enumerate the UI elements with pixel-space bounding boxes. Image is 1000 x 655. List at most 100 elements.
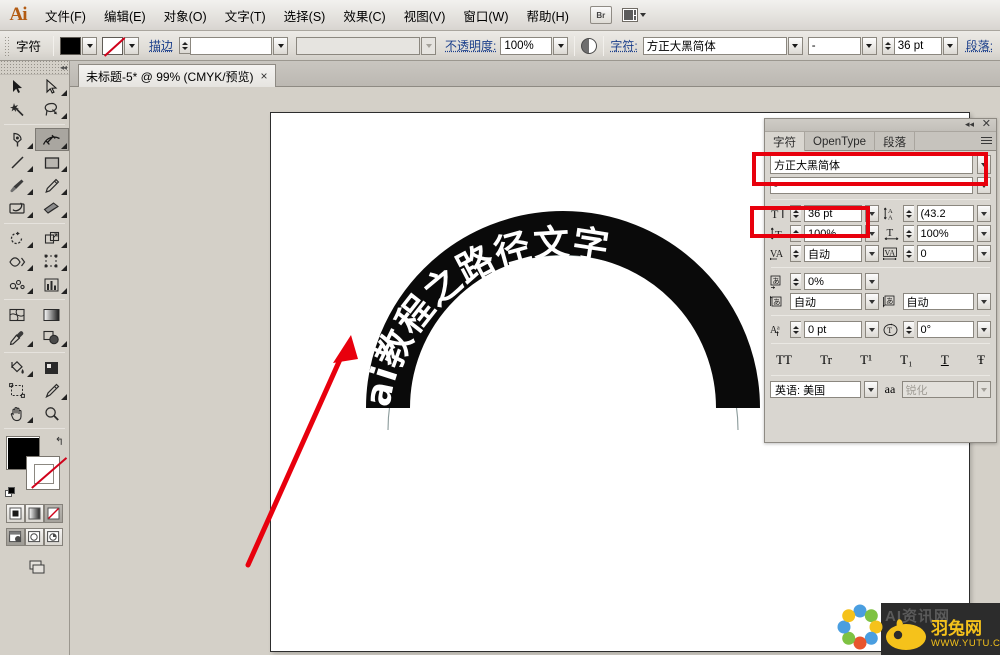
pencil-tool[interactable] — [35, 174, 70, 197]
color-mode-button[interactable] — [6, 504, 25, 523]
tracking-dropdown-button[interactable] — [977, 245, 991, 262]
font-style-control[interactable]: - — [807, 36, 877, 55]
scale-tool[interactable] — [35, 227, 70, 250]
character-label[interactable]: 字符: — [610, 37, 637, 54]
all-caps-button[interactable]: TT — [776, 352, 792, 368]
opacity-label[interactable]: 不透明度: — [445, 37, 496, 54]
stroke-weight-dropdown-button[interactable] — [273, 36, 289, 55]
font-size-stepper[interactable] — [881, 36, 894, 55]
selection-tool[interactable] — [0, 75, 35, 98]
artboard-tool[interactable] — [0, 379, 35, 402]
menu-file[interactable]: 文件(F) — [36, 3, 95, 28]
close-icon[interactable]: ✕ — [982, 118, 991, 131]
eraser-tool[interactable] — [35, 197, 70, 220]
rotate-tool[interactable] — [0, 227, 35, 250]
leading-dropdown-button[interactable] — [977, 205, 991, 222]
leading-stepper[interactable] — [902, 205, 914, 222]
menu-object[interactable]: 对象(O) — [155, 3, 216, 28]
font-family-dropdown-button[interactable] — [787, 36, 803, 55]
kerning-input[interactable]: 自动 — [804, 245, 862, 262]
menu-edit[interactable]: 编辑(E) — [95, 3, 155, 28]
menu-type[interactable]: 文字(T) — [216, 3, 275, 28]
font-family-control[interactable]: 方正大黑简体 — [642, 36, 803, 55]
opacity-dropdown-button[interactable] — [553, 36, 569, 55]
aki-percent-stepper[interactable] — [790, 273, 801, 290]
horizontal-scale-input[interactable]: 100% — [916, 225, 974, 242]
normal-screen-mode-button[interactable] — [6, 528, 25, 546]
tab-character[interactable]: 字符 — [765, 132, 805, 151]
small-caps-button[interactable]: Tr — [820, 352, 832, 368]
menu-view[interactable]: 视图(V) — [395, 3, 455, 28]
character-rotation-stepper[interactable] — [902, 321, 914, 338]
strikethrough-button[interactable]: Ŧ — [977, 352, 985, 368]
blend-tool[interactable] — [35, 326, 70, 349]
menu-help[interactable]: 帮助(H) — [518, 3, 578, 28]
document-tab[interactable]: 未标题-5* @ 99% (CMYK/预览) × — [78, 64, 276, 87]
symbol-sprayer-tool[interactable] — [0, 273, 35, 296]
fullscreen-mode-button[interactable] — [44, 528, 63, 546]
aki-percent-input[interactable]: 0% — [804, 273, 862, 290]
baseline-shift-stepper[interactable] — [790, 321, 801, 338]
gradient-tool[interactable] — [35, 303, 70, 326]
pen-tool[interactable] — [0, 128, 35, 151]
character-rotation-dropdown-button[interactable] — [977, 321, 991, 338]
superscript-button[interactable]: T¹ — [860, 352, 872, 368]
width-tool[interactable] — [0, 250, 35, 273]
menu-effect[interactable]: 效果(C) — [334, 3, 394, 28]
default-fill-stroke-icon[interactable] — [5, 487, 16, 498]
underline-button[interactable]: T — [941, 352, 949, 368]
collapse-icon[interactable]: ◂◂ — [965, 119, 974, 130]
line-segment-tool[interactable] — [0, 151, 35, 174]
opacity-control[interactable]: 100% — [500, 36, 569, 55]
panel-title-bar[interactable]: ◂◂ ✕ — [765, 118, 996, 132]
stroke-profile-input[interactable] — [296, 36, 421, 55]
stroke-weight-label[interactable]: 描边 — [149, 37, 173, 54]
type-on-path-tool[interactable] — [34, 128, 69, 151]
kerning-stepper[interactable] — [790, 245, 801, 262]
language-input[interactable]: 英语: 美国 — [770, 381, 861, 398]
free-transform-tool[interactable] — [35, 250, 70, 273]
horizontal-scale-dropdown-button[interactable] — [977, 225, 991, 242]
zoom-tool[interactable] — [35, 402, 70, 425]
font-family-input[interactable]: 方正大黑简体 — [642, 36, 787, 55]
font-size-input[interactable]: 36 pt — [893, 36, 942, 55]
baseline-shift-input[interactable]: 0 pt — [804, 321, 862, 338]
subscript-button[interactable]: T₁ — [900, 352, 912, 368]
eyedropper-tool[interactable] — [0, 326, 35, 349]
fill-swatch[interactable] — [60, 36, 82, 55]
language-dropdown-button[interactable] — [863, 381, 878, 398]
tracking-stepper[interactable] — [902, 245, 914, 262]
control-bar-grip[interactable] — [4, 35, 11, 56]
blob-brush-tool[interactable] — [0, 197, 35, 220]
menu-window[interactable]: 窗口(W) — [454, 3, 517, 28]
tab-paragraph[interactable]: 段落 — [875, 132, 916, 151]
hand-tool[interactable] — [0, 402, 35, 425]
stroke-color-swatch[interactable] — [26, 456, 60, 490]
magic-wand-tool[interactable] — [0, 98, 35, 121]
mesh-tool[interactable] — [0, 303, 35, 326]
aki-before-dropdown-button[interactable] — [864, 293, 879, 310]
rectangle-tool[interactable] — [35, 151, 70, 174]
stroke-weight-control[interactable] — [179, 36, 289, 55]
anti-alias-dropdown-button[interactable] — [977, 381, 991, 398]
stroke-color-control[interactable] — [102, 36, 140, 55]
menu-select[interactable]: 选择(S) — [275, 3, 335, 28]
leading-input[interactable]: (43.2 — [916, 205, 974, 222]
gradient-mode-button[interactable] — [25, 504, 44, 523]
horizontal-scale-stepper[interactable] — [902, 225, 914, 242]
stroke-swatch[interactable] — [102, 36, 124, 55]
stroke-dropdown-button[interactable] — [124, 36, 140, 55]
panel-menu-icon[interactable] — [979, 135, 992, 147]
fullscreen-menubar-mode-button[interactable] — [25, 528, 44, 546]
live-paint-bucket-tool[interactable] — [0, 356, 35, 379]
aki-percent-dropdown-button[interactable] — [864, 273, 879, 290]
stroke-profile-control[interactable] — [296, 36, 437, 55]
collapse-icon[interactable]: ◂◂ — [60, 63, 67, 72]
aki-after-dropdown-button[interactable] — [977, 293, 991, 310]
paintbrush-tool[interactable] — [0, 174, 35, 197]
fill-color-control[interactable] — [60, 36, 98, 55]
stroke-weight-stepper[interactable] — [179, 37, 191, 54]
go-to-bridge-button[interactable]: Br — [589, 6, 612, 24]
column-graph-tool[interactable] — [35, 273, 70, 296]
slice-tool[interactable] — [35, 379, 70, 402]
